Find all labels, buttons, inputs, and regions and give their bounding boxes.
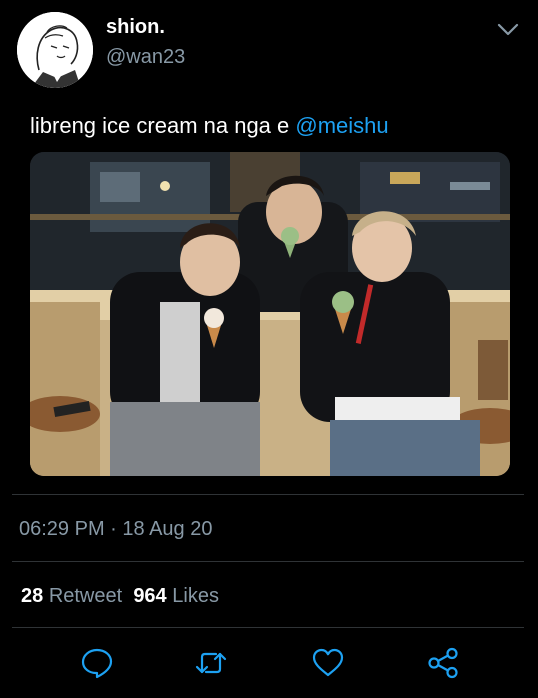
- tweet-photo[interactable]: [30, 152, 510, 476]
- tweet-timestamp: 06:29 PM · 18 Aug 20: [19, 518, 212, 541]
- display-name[interactable]: shion.: [106, 16, 165, 39]
- likes-count: 964: [133, 585, 167, 607]
- share-icon: [428, 647, 458, 679]
- retweet-label: Retweet: [48, 585, 123, 607]
- retweet-stat[interactable]: 28 Retweet: [21, 585, 122, 607]
- reply-button[interactable]: [80, 646, 114, 680]
- like-button[interactable]: [311, 646, 345, 680]
- share-button[interactable]: [426, 646, 460, 680]
- likes-stat[interactable]: 964 Likes: [133, 585, 219, 607]
- likes-label: Likes: [172, 585, 219, 607]
- avatar[interactable]: [17, 12, 93, 88]
- user-handle[interactable]: @wan23: [106, 46, 185, 69]
- retweet-count: 28: [21, 585, 44, 607]
- tweet-date: 18 Aug 20: [122, 518, 213, 540]
- divider: [12, 494, 524, 495]
- tweet-text: libreng ice cream na nga e @meishu: [30, 113, 389, 139]
- tweet-body: libreng ice cream na nga e: [30, 113, 296, 138]
- sketch-avatar-icon: [17, 12, 93, 88]
- tweet-stats: 28 Retweet 964 Likes: [21, 585, 219, 608]
- retweet-arrows-icon: [195, 652, 227, 674]
- retweet-button[interactable]: [194, 646, 228, 680]
- speech-bubble-icon: [81, 648, 113, 679]
- mention-link[interactable]: @meishu: [295, 113, 388, 138]
- chevron-down-icon[interactable]: [497, 22, 519, 38]
- heart-icon: [312, 648, 344, 677]
- tweet-time: 06:29 PM: [19, 518, 105, 540]
- divider: [12, 627, 524, 628]
- timestamp-separator: ·: [104, 518, 123, 540]
- divider: [12, 561, 524, 562]
